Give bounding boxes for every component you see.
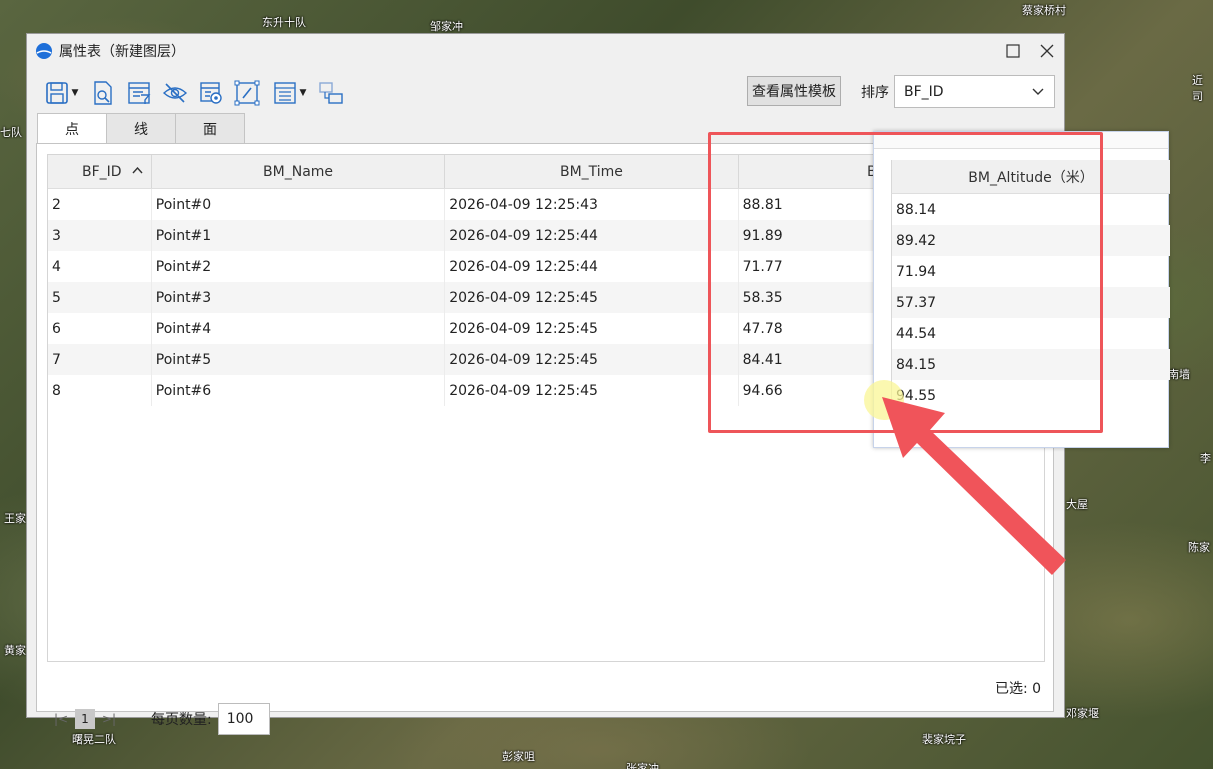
annotation-arrow-icon (882, 397, 1066, 575)
